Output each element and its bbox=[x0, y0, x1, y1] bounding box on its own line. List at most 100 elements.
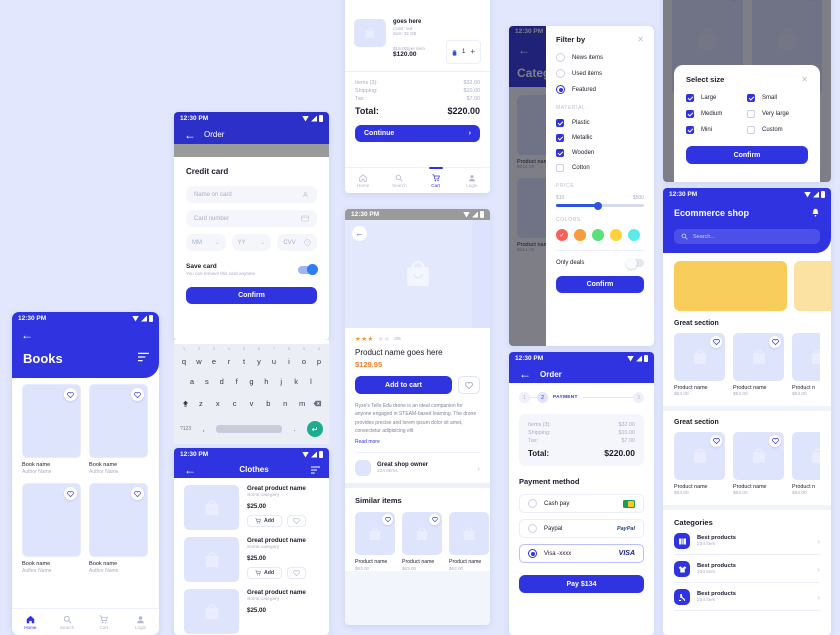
favorite-icon[interactable] bbox=[710, 336, 722, 348]
favorite-icon[interactable] bbox=[64, 388, 77, 401]
nav-item-search[interactable]: Search bbox=[381, 168, 417, 193]
save-card-toggle[interactable] bbox=[298, 264, 318, 275]
key-v[interactable]: v bbox=[245, 399, 259, 408]
add-to-cart-button[interactable]: Add bbox=[247, 567, 283, 579]
product-card[interactable]: Product name $63.00 bbox=[674, 432, 725, 496]
color-swatch-green[interactable] bbox=[592, 229, 604, 241]
nav-item-home[interactable]: Home bbox=[12, 609, 49, 635]
similar-item-card[interactable]: Product name $63.00 bbox=[402, 512, 442, 571]
book-card[interactable]: Book name Author Name bbox=[89, 384, 148, 475]
key-a[interactable]: a bbox=[185, 377, 199, 386]
product-card[interactable]: Product name $63.00 bbox=[733, 432, 784, 496]
filter-checkbox-plastic[interactable]: Plastic bbox=[556, 119, 644, 127]
filter-radio-used[interactable]: Used items bbox=[556, 69, 644, 78]
trash-icon[interactable] bbox=[452, 43, 457, 61]
filter-radio-featured[interactable]: Featured bbox=[556, 85, 644, 94]
key-x[interactable]: x bbox=[211, 399, 225, 408]
color-swatch-cyan[interactable] bbox=[628, 229, 640, 241]
category-row[interactable]: Best products 234 item › bbox=[674, 555, 820, 582]
book-card[interactable]: Book name Author Name bbox=[22, 384, 81, 475]
back-button[interactable]: ← bbox=[20, 328, 34, 342]
favorite-icon[interactable] bbox=[131, 487, 144, 500]
only-deals-toggle[interactable] bbox=[626, 257, 644, 269]
key-r[interactable]: 4 r bbox=[222, 347, 236, 369]
key-u[interactable]: 7 u bbox=[267, 347, 281, 369]
expiry-year-select[interactable]: YY ⌄ bbox=[231, 234, 272, 251]
key-c[interactable]: c bbox=[228, 399, 242, 408]
favorite-icon[interactable] bbox=[64, 487, 77, 500]
key-l[interactable]: l bbox=[304, 377, 318, 386]
key-t[interactable]: 5 t bbox=[237, 347, 251, 369]
search-input[interactable]: Search... bbox=[674, 229, 820, 244]
similar-item-card[interactable]: Product name $63.00 bbox=[355, 512, 395, 571]
key-w[interactable]: 2 w bbox=[192, 347, 206, 369]
nav-item-cart[interactable]: Cart bbox=[86, 609, 123, 635]
filter-radio-news[interactable]: News items bbox=[556, 53, 644, 62]
quantity-stepper[interactable]: 1 + bbox=[445, 40, 481, 64]
product-card[interactable]: Product n $63.00 bbox=[792, 333, 820, 397]
nav-item-login[interactable]: Login bbox=[454, 168, 490, 193]
numbers-key[interactable]: ?123 bbox=[180, 426, 191, 432]
color-swatch-yellow[interactable] bbox=[610, 229, 622, 241]
product-card[interactable]: Product name $63.00 bbox=[733, 333, 784, 397]
product-list-item[interactable]: Great product name Some category $25.00 … bbox=[184, 485, 319, 530]
back-button[interactable]: ← bbox=[183, 128, 197, 142]
add-to-cart-button[interactable]: Add to cart bbox=[355, 376, 452, 394]
step-3[interactable]: 3 bbox=[633, 392, 644, 403]
key-m[interactable]: m bbox=[295, 399, 309, 408]
key-q[interactable]: 1 q bbox=[177, 347, 191, 369]
key-p[interactable]: 0 p bbox=[312, 347, 326, 369]
bell-icon[interactable] bbox=[811, 204, 820, 222]
key-i[interactable]: 8 i bbox=[282, 347, 296, 369]
step-2[interactable]: 2 bbox=[537, 392, 548, 403]
period-key[interactable]: . bbox=[294, 426, 296, 433]
category-row[interactable]: Best products 234 item › bbox=[674, 583, 820, 610]
confirm-button[interactable]: Confirm bbox=[556, 276, 644, 293]
continue-button[interactable]: Continue › bbox=[355, 125, 480, 142]
size-option-large[interactable]: Large bbox=[686, 94, 747, 102]
banner-carousel[interactable] bbox=[663, 253, 831, 311]
increment-button[interactable]: + bbox=[470, 48, 475, 56]
step-1[interactable]: 1 bbox=[519, 392, 530, 403]
nav-item-search[interactable]: Search bbox=[49, 609, 86, 635]
confirm-button[interactable]: Confirm bbox=[686, 146, 808, 164]
filter-icon[interactable] bbox=[311, 461, 320, 479]
key-j[interactable]: j bbox=[274, 377, 288, 386]
key-y[interactable]: 6 y bbox=[252, 347, 266, 369]
backspace-key[interactable] bbox=[312, 394, 323, 412]
size-option-small[interactable]: Small bbox=[747, 94, 808, 102]
key-h[interactable]: h bbox=[259, 377, 273, 386]
enter-key[interactable]: ↵ bbox=[306, 421, 323, 437]
category-row[interactable]: Best products 234 item › bbox=[674, 527, 820, 554]
banner-primary[interactable] bbox=[674, 261, 787, 311]
close-icon[interactable]: ✕ bbox=[801, 75, 808, 84]
name-on-card-field[interactable]: Name on card bbox=[186, 186, 317, 203]
favorite-button[interactable] bbox=[458, 376, 480, 394]
comma-key[interactable]: , bbox=[203, 426, 205, 433]
favorite-icon[interactable] bbox=[131, 388, 144, 401]
book-card[interactable]: Book name Author Name bbox=[89, 483, 148, 574]
favorite-icon[interactable] bbox=[769, 336, 781, 348]
filter-checkbox-cotton[interactable]: Cotton bbox=[556, 164, 644, 172]
filter-icon[interactable] bbox=[138, 349, 149, 367]
read-more-link[interactable]: Read more bbox=[355, 439, 480, 445]
similar-item-card[interactable]: Product name $63.00 bbox=[449, 512, 489, 571]
key-k[interactable]: k bbox=[289, 377, 303, 386]
filter-checkbox-metallic[interactable]: Metallic bbox=[556, 134, 644, 142]
key-g[interactable]: g bbox=[245, 377, 259, 386]
shift-key[interactable] bbox=[180, 394, 191, 412]
nav-item-cart[interactable]: Cart bbox=[418, 167, 454, 193]
key-s[interactable]: s bbox=[200, 377, 214, 386]
back-button[interactable]: ← bbox=[352, 226, 367, 241]
key-o[interactable]: 9 o bbox=[297, 347, 311, 369]
size-option-custom[interactable]: Custom bbox=[747, 126, 808, 134]
favorite-button[interactable] bbox=[287, 567, 307, 579]
size-option-very-large[interactable]: Very large bbox=[747, 110, 808, 118]
expiry-month-select[interactable]: MM ⌄ bbox=[186, 234, 226, 251]
price-slider[interactable] bbox=[556, 201, 644, 210]
payment-option-paypal[interactable]: Paypal PayPal bbox=[519, 519, 644, 538]
product-card[interactable]: Product name $63.00 bbox=[674, 333, 725, 397]
card-number-field[interactable]: Card number bbox=[186, 210, 317, 227]
confirm-button[interactable]: Confirm bbox=[186, 287, 317, 304]
key-d[interactable]: d bbox=[215, 377, 229, 386]
